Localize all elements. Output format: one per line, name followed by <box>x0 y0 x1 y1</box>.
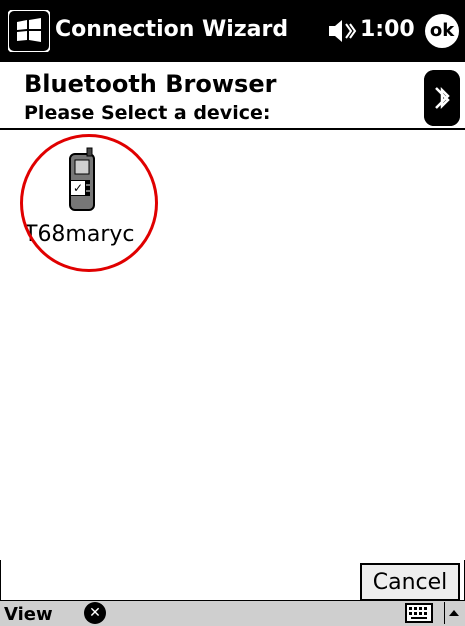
keyboard-icon[interactable] <box>405 603 433 623</box>
page-title: Bluetooth Browser <box>24 70 277 98</box>
arrow-up-icon[interactable] <box>444 602 463 624</box>
highlight-annotation <box>20 134 158 272</box>
view-menu[interactable]: View <box>4 604 53 625</box>
page-subtitle: Please Select a device: <box>24 102 271 124</box>
menu-bar: View ✕ <box>0 600 465 626</box>
windows-flag-icon[interactable] <box>8 10 50 52</box>
cancel-button[interactable]: Cancel <box>360 563 460 601</box>
ok-button[interactable]: ok <box>425 14 459 48</box>
clock[interactable]: 1:00 <box>360 17 415 42</box>
speaker-icon[interactable] <box>325 16 359 46</box>
close-icon[interactable]: ✕ <box>84 602 106 624</box>
page-header: Bluetooth Browser Please Select a device… <box>0 62 465 130</box>
bluetooth-icon <box>424 70 460 126</box>
title-bar: Connection Wizard 1:00 ok <box>0 0 465 62</box>
app-title: Connection Wizard <box>55 17 289 42</box>
